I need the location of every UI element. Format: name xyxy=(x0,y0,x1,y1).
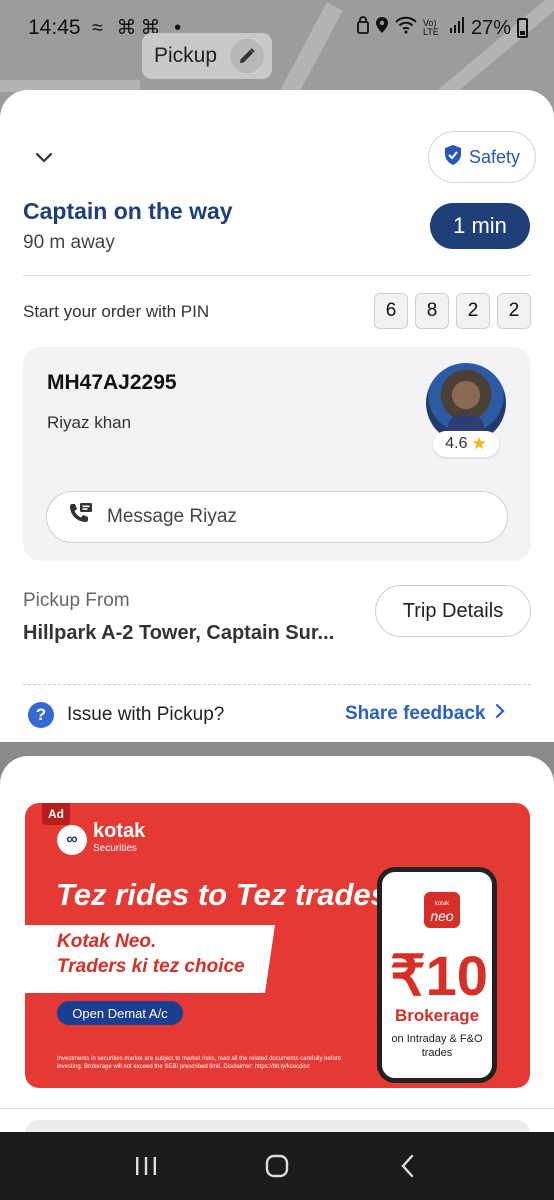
network-label: Vo) LTE xyxy=(422,18,439,37)
message-driver-label: Message Riyaz xyxy=(107,506,237,527)
pin-digit: 8 xyxy=(415,293,449,329)
share-feedback-link[interactable]: Share feedback xyxy=(345,703,506,725)
safety-button[interactable]: Safety xyxy=(428,131,536,183)
help-question-icon: ? xyxy=(28,702,54,728)
neo-app-icon: kotak neo xyxy=(424,892,460,928)
ad-brand: kotak xyxy=(93,820,146,842)
app-name: neo xyxy=(430,908,454,924)
captain-distance: 90 m away xyxy=(23,232,115,253)
status-right-icons: Vo) LTE 27% xyxy=(357,16,528,40)
chat-phone-icon xyxy=(67,502,93,532)
edit-pencil-icon[interactable] xyxy=(230,39,264,73)
recents-icon[interactable] xyxy=(126,1146,166,1186)
ad-banner-line1: Kotak Neo. xyxy=(57,931,157,952)
chevron-down-icon[interactable] xyxy=(28,142,60,174)
divider xyxy=(23,684,531,685)
share-feedback-label: Share feedback xyxy=(345,703,486,724)
ad-disclaimer: Investments in securities market are sub… xyxy=(57,1056,342,1070)
ad-banner-line2: Traders ki tez choice xyxy=(57,956,245,977)
kotak-logo-icon: ∞ xyxy=(57,825,87,855)
ad-price-detail: on Intraday & F&O trades xyxy=(391,1033,483,1059)
pickup-chip-label: Pickup xyxy=(154,44,218,67)
status-title: Captain on the way xyxy=(23,198,233,224)
battery-percent: 27% xyxy=(470,16,511,39)
home-icon[interactable] xyxy=(257,1146,297,1186)
lock-icon xyxy=(357,16,369,40)
star-icon: ★ xyxy=(471,434,487,453)
vehicle-plate: MH47AJ2295 xyxy=(47,371,177,394)
trip-details-button[interactable]: Trip Details xyxy=(375,585,531,637)
issue-label: Issue with Pickup? xyxy=(67,704,225,725)
chevron-right-icon xyxy=(495,703,506,725)
system-nav-bar xyxy=(0,1132,554,1200)
eta-badge: 1 min xyxy=(430,203,530,249)
battery-icon xyxy=(517,18,528,38)
divider xyxy=(23,275,531,276)
shield-icon xyxy=(444,144,462,171)
pickup-address: Hillpark A-2 Tower, Captain Sur... xyxy=(23,622,335,644)
ad-brand-sub: Securities xyxy=(93,843,137,854)
rating-value: 4.6 xyxy=(445,435,468,452)
pickup-chip[interactable]: Pickup xyxy=(142,33,272,79)
kotak-logo: ∞ kotak Securities xyxy=(57,820,146,858)
driver-name: Riyaz khan xyxy=(47,413,132,432)
divider xyxy=(0,1108,554,1109)
pin-digits: 6 8 2 2 xyxy=(374,293,531,329)
pin-digit: 6 xyxy=(374,293,408,329)
message-driver-button[interactable]: Message Riyaz xyxy=(46,491,508,543)
wifi-icon xyxy=(395,16,417,40)
location-icon xyxy=(375,16,389,40)
pin-digit: 2 xyxy=(497,293,531,329)
ad-headline: Tez rides to Tez trades xyxy=(56,877,388,912)
ad-price-caption: Brokerage xyxy=(394,1006,480,1025)
ad-phone-mockup: kotak neo ₹10 Brokerage on Intraday & F&… xyxy=(377,867,497,1083)
driver-rating: 4.6 ★ xyxy=(433,431,499,457)
open-demat-button[interactable]: Open Demat A/c xyxy=(57,1001,183,1025)
safety-label: Safety xyxy=(468,146,521,167)
back-icon[interactable] xyxy=(388,1146,428,1186)
pin-digit: 2 xyxy=(456,293,490,329)
signal-icon xyxy=(449,16,465,40)
ride-status-sheet: Safety Captain on the way 90 m away 1 mi… xyxy=(0,90,554,742)
status-time: 14:45 xyxy=(28,16,81,39)
driver-card: MH47AJ2295 Riyaz khan 4.6 ★ Message Riya… xyxy=(23,347,531,561)
ad-banner[interactable]: Ad ∞ kotak Securities Tez rides to Tez t… xyxy=(25,803,530,1088)
pickup-from-label: Pickup From xyxy=(23,590,130,611)
status-bar: 14:45 ≈ ⌘⌘ • Vo) LTE 27% xyxy=(0,0,554,58)
pin-label: Start your order with PIN xyxy=(23,302,210,321)
ad-price: ₹10 xyxy=(390,944,488,1007)
